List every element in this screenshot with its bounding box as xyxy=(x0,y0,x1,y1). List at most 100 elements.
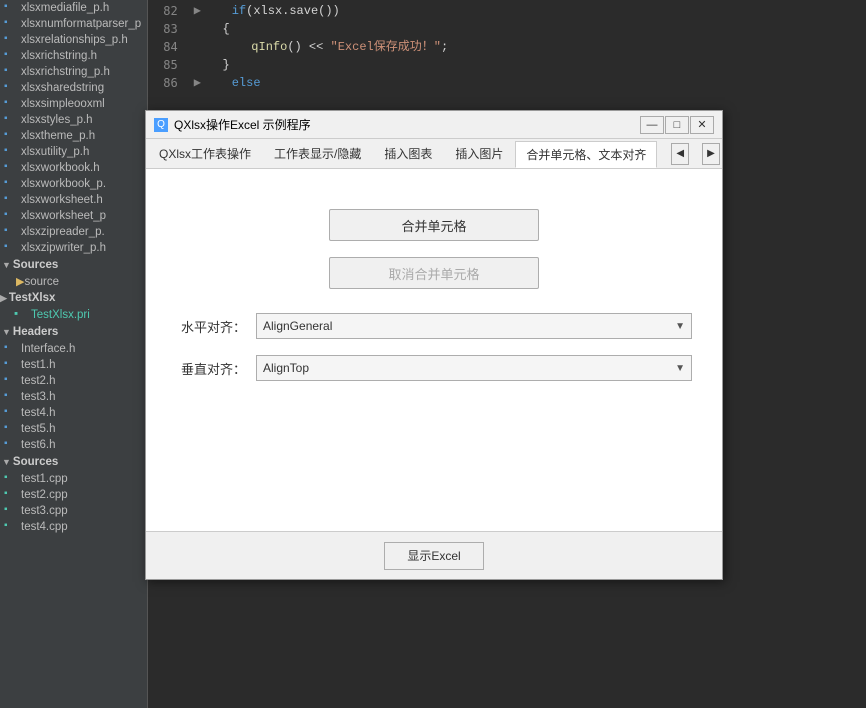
halign-label: 水平对齐： xyxy=(176,317,246,336)
list-item[interactable]: ▪ xlsxzipreader_p. xyxy=(0,224,147,240)
list-item[interactable]: ▪ test2.cpp xyxy=(0,487,147,503)
chevron-right-icon: ▶ xyxy=(0,293,7,304)
minimize-button[interactable]: — xyxy=(640,116,664,134)
source-folder-label: source xyxy=(24,276,59,288)
h-file-icon: ▪ xyxy=(4,33,18,47)
valign-dropdown-arrow: ▼ xyxy=(675,363,685,374)
list-item[interactable]: ▪ xlsxsimpleooxml xyxy=(0,96,147,112)
filename: xlsxrichstring_p.h xyxy=(21,66,110,78)
filename: xlsxsharedstring xyxy=(21,82,104,94)
tab-sheet-visibility[interactable]: 工作表显示/隐藏 xyxy=(263,140,372,167)
list-item[interactable]: ▪ test4.h xyxy=(0,405,147,421)
cpp-file-icon: ▪ xyxy=(4,488,18,502)
list-item[interactable]: ▪ test2.h xyxy=(0,373,147,389)
dialog-titlebar: Q QXlsx操作Excel 示例程序 — □ ✕ xyxy=(146,111,722,139)
tab-worksheet-ops[interactable]: QXlsx工作表操作 xyxy=(148,140,262,167)
h-file-icon: ▪ xyxy=(4,342,18,356)
valign-value: AlignTop xyxy=(263,361,309,375)
tab-scroll-right[interactable]: ▶ xyxy=(702,143,720,165)
h-file-icon: ▪ xyxy=(4,65,18,79)
halign-select[interactable]: AlignGeneral ▼ xyxy=(256,313,692,339)
list-item[interactable]: ▪ xlsxutility_p.h xyxy=(0,144,147,160)
sources-label-2: Sources xyxy=(13,456,58,468)
list-item[interactable]: ▪ Interface.h xyxy=(0,341,147,357)
h-file-icon: ▪ xyxy=(4,438,18,452)
list-item[interactable]: ▪ test1.cpp xyxy=(0,471,147,487)
sources-section-1[interactable]: ▼ Sources xyxy=(0,256,147,274)
h-file-icon: ▪ xyxy=(4,241,18,255)
dialog-tabs: QXlsx工作表操作 工作表显示/隐藏 插入图表 插入图片 合并单元格、文本对齐… xyxy=(146,139,722,169)
h-file-icon: ▪ xyxy=(4,49,18,63)
dialog-title: QXlsx操作Excel 示例程序 xyxy=(174,116,640,133)
dialog-window: Q QXlsx操作Excel 示例程序 — □ ✕ QXlsx工作表操作 工作表… xyxy=(145,110,723,580)
list-item[interactable]: ▪ xlsxrelationships_p.h xyxy=(0,32,147,48)
tab-scroll-left[interactable]: ◀ xyxy=(671,143,689,165)
list-item[interactable]: ▪ xlsxsharedstring xyxy=(0,80,147,96)
h-file-icon: ▪ xyxy=(4,17,18,31)
show-excel-button[interactable]: 显示Excel xyxy=(384,542,484,570)
sources-section-2[interactable]: ▼ Sources xyxy=(0,453,147,471)
filename: xlsxworkbook_p. xyxy=(21,178,106,190)
list-item[interactable]: ▪ xlsxrichstring_p.h xyxy=(0,64,147,80)
list-item[interactable]: ▪ xlsxworksheet_p xyxy=(0,208,147,224)
list-item[interactable]: ▪ xlsxrichstring.h xyxy=(0,48,147,64)
testxlsx-section[interactable]: ▶ TestXlsx xyxy=(0,289,147,307)
list-item[interactable]: ▪ test1.h xyxy=(0,357,147,373)
list-item[interactable]: ▪ xlsxtheme_p.h xyxy=(0,128,147,144)
filename: xlsxzipwriter_p.h xyxy=(21,242,106,254)
h-file-icon: ▪ xyxy=(4,193,18,207)
filename: xlsxutility_p.h xyxy=(21,146,89,158)
h-file-icon: ▪ xyxy=(4,113,18,127)
close-button[interactable]: ✕ xyxy=(690,116,714,134)
list-item[interactable]: ▪ xlsxmediafile_p.h xyxy=(0,0,147,16)
filename: xlsxrichstring.h xyxy=(21,50,97,62)
folder-icon: ▶ xyxy=(16,275,24,288)
headers-section[interactable]: ▼ Headers xyxy=(0,323,147,341)
tab-merge-cells[interactable]: 合并单元格、文本对齐 xyxy=(515,141,657,168)
list-item[interactable]: ▪ xlsxzipwriter_p.h xyxy=(0,240,147,256)
list-item[interactable]: ▪ xlsxworksheet.h xyxy=(0,192,147,208)
h-file-icon: ▪ xyxy=(4,81,18,95)
dialog-app-icon: Q xyxy=(154,118,168,132)
filename: xlsxworksheet.h xyxy=(21,194,103,206)
filename: xlsxsimpleooxml xyxy=(21,98,105,110)
list-item[interactable]: ▪ xlsxnumformatparser_p xyxy=(0,16,147,32)
list-item[interactable]: ▪ test3.cpp xyxy=(0,503,147,519)
list-item[interactable]: ▪ test3.h xyxy=(0,389,147,405)
list-item[interactable]: ▪ test5.h xyxy=(0,421,147,437)
h-file-icon: ▪ xyxy=(4,97,18,111)
dialog-window-controls: — □ ✕ xyxy=(640,116,714,134)
pri-file[interactable]: ▪ TestXlsx.pri xyxy=(0,307,147,323)
list-item[interactable]: ▪ xlsxworkbook.h xyxy=(0,160,147,176)
pri-filename: TestXlsx.pri xyxy=(31,309,90,321)
list-item[interactable]: ▪ xlsxstyles_p.h xyxy=(0,112,147,128)
h-file-icon: ▪ xyxy=(4,145,18,159)
h-file-icon: ▪ xyxy=(4,358,18,372)
h-file-icon: ▪ xyxy=(4,390,18,404)
unmerge-cells-button[interactable]: 取消合并单元格 xyxy=(329,257,539,289)
maximize-button[interactable]: □ xyxy=(665,116,689,134)
tab-insert-chart[interactable]: 插入图表 xyxy=(373,140,443,167)
filename: xlsxstyles_p.h xyxy=(21,114,93,126)
h-file-icon: ▪ xyxy=(4,1,18,15)
h-file-icon: ▪ xyxy=(4,209,18,223)
list-item[interactable]: ▪ xlsxworkbook_p. xyxy=(0,176,147,192)
list-item[interactable]: ▪ test6.h xyxy=(0,437,147,453)
h-file-icon: ▪ xyxy=(4,129,18,143)
dialog-body: 合并单元格 取消合并单元格 水平对齐： AlignGeneral ▼ 垂直对齐：… xyxy=(146,169,722,531)
chevron-down-icon-2: ▼ xyxy=(2,327,11,337)
list-item[interactable]: ▪ test4.cpp xyxy=(0,519,147,535)
valign-select[interactable]: AlignTop ▼ xyxy=(256,355,692,381)
valign-label: 垂直对齐： xyxy=(176,359,246,378)
merge-cells-button[interactable]: 合并单元格 xyxy=(329,209,539,241)
chevron-down-icon-3: ▼ xyxy=(2,457,11,467)
h-file-icon: ▪ xyxy=(4,406,18,420)
dialog-footer: 显示Excel xyxy=(146,531,722,579)
tab-insert-image[interactable]: 插入图片 xyxy=(444,140,514,167)
cpp-file-icon: ▪ xyxy=(4,520,18,534)
source-folder[interactable]: ▶ source xyxy=(0,274,147,289)
h-file-icon: ▪ xyxy=(4,225,18,239)
filename: xlsxtheme_p.h xyxy=(21,130,95,142)
h-file-icon: ▪ xyxy=(4,161,18,175)
h-file-icon: ▪ xyxy=(4,422,18,436)
